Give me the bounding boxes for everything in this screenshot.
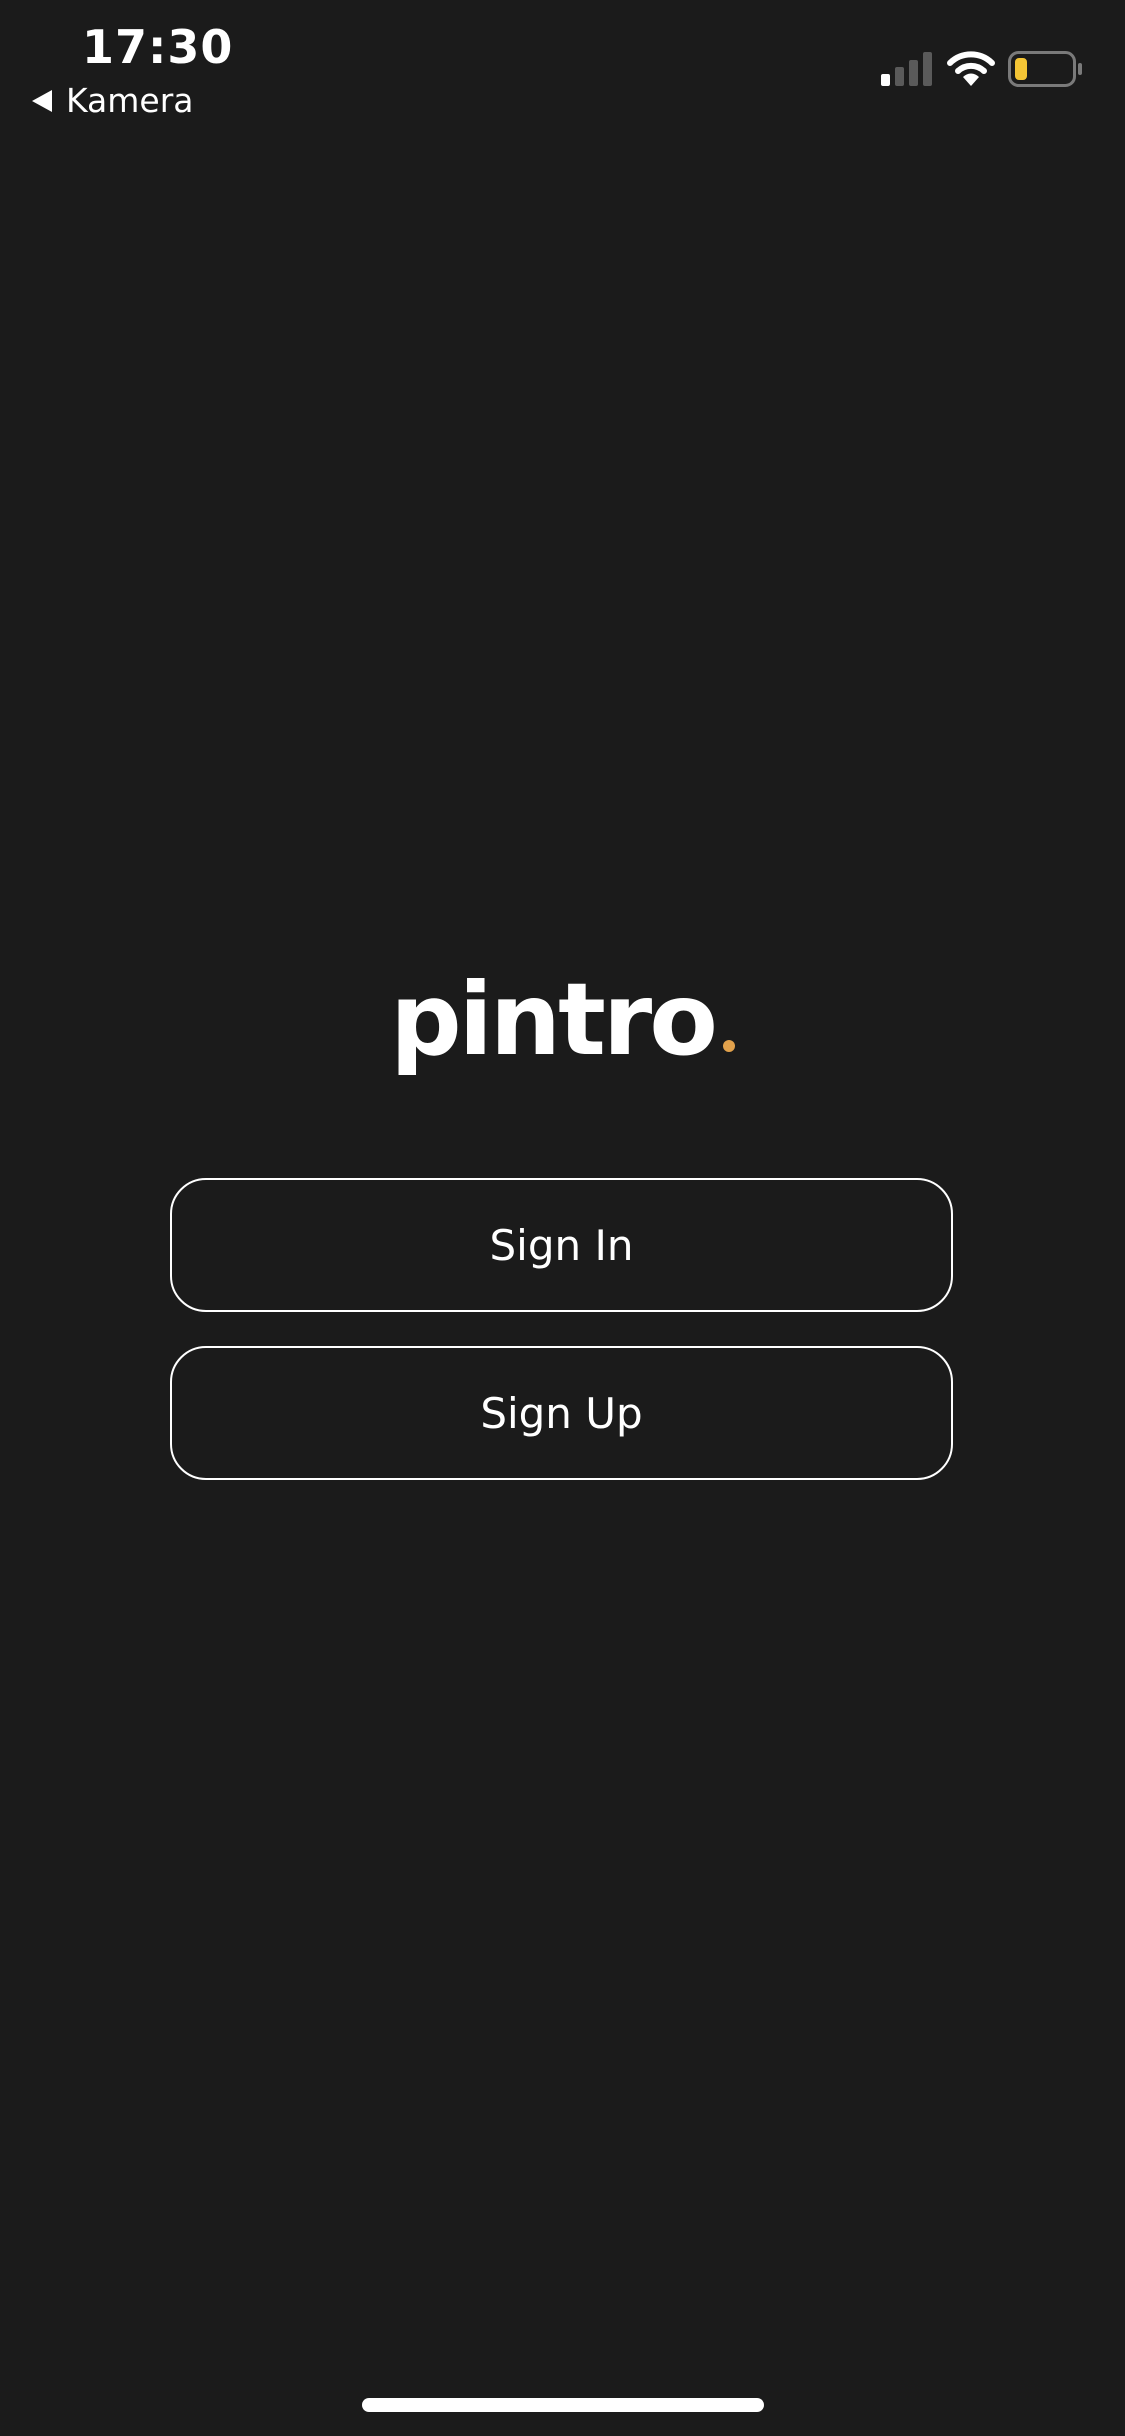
home-indicator[interactable] [362,2398,764,2412]
app-logo: pintro [0,960,1125,1080]
back-to-app-link[interactable]: Kamera [32,78,194,124]
wifi-icon [947,51,995,86]
logo-dot-icon [722,1040,735,1052]
back-app-label: Kamera [66,81,194,120]
logo-text: pintro [390,961,718,1078]
status-time: 17:30 [82,20,234,74]
battery-icon [1008,51,1082,87]
sign-up-button[interactable]: Sign Up [170,1346,953,1480]
back-triangle-icon [32,90,52,112]
signal-icon [881,52,932,86]
sign-in-button[interactable]: Sign In [170,1178,953,1312]
